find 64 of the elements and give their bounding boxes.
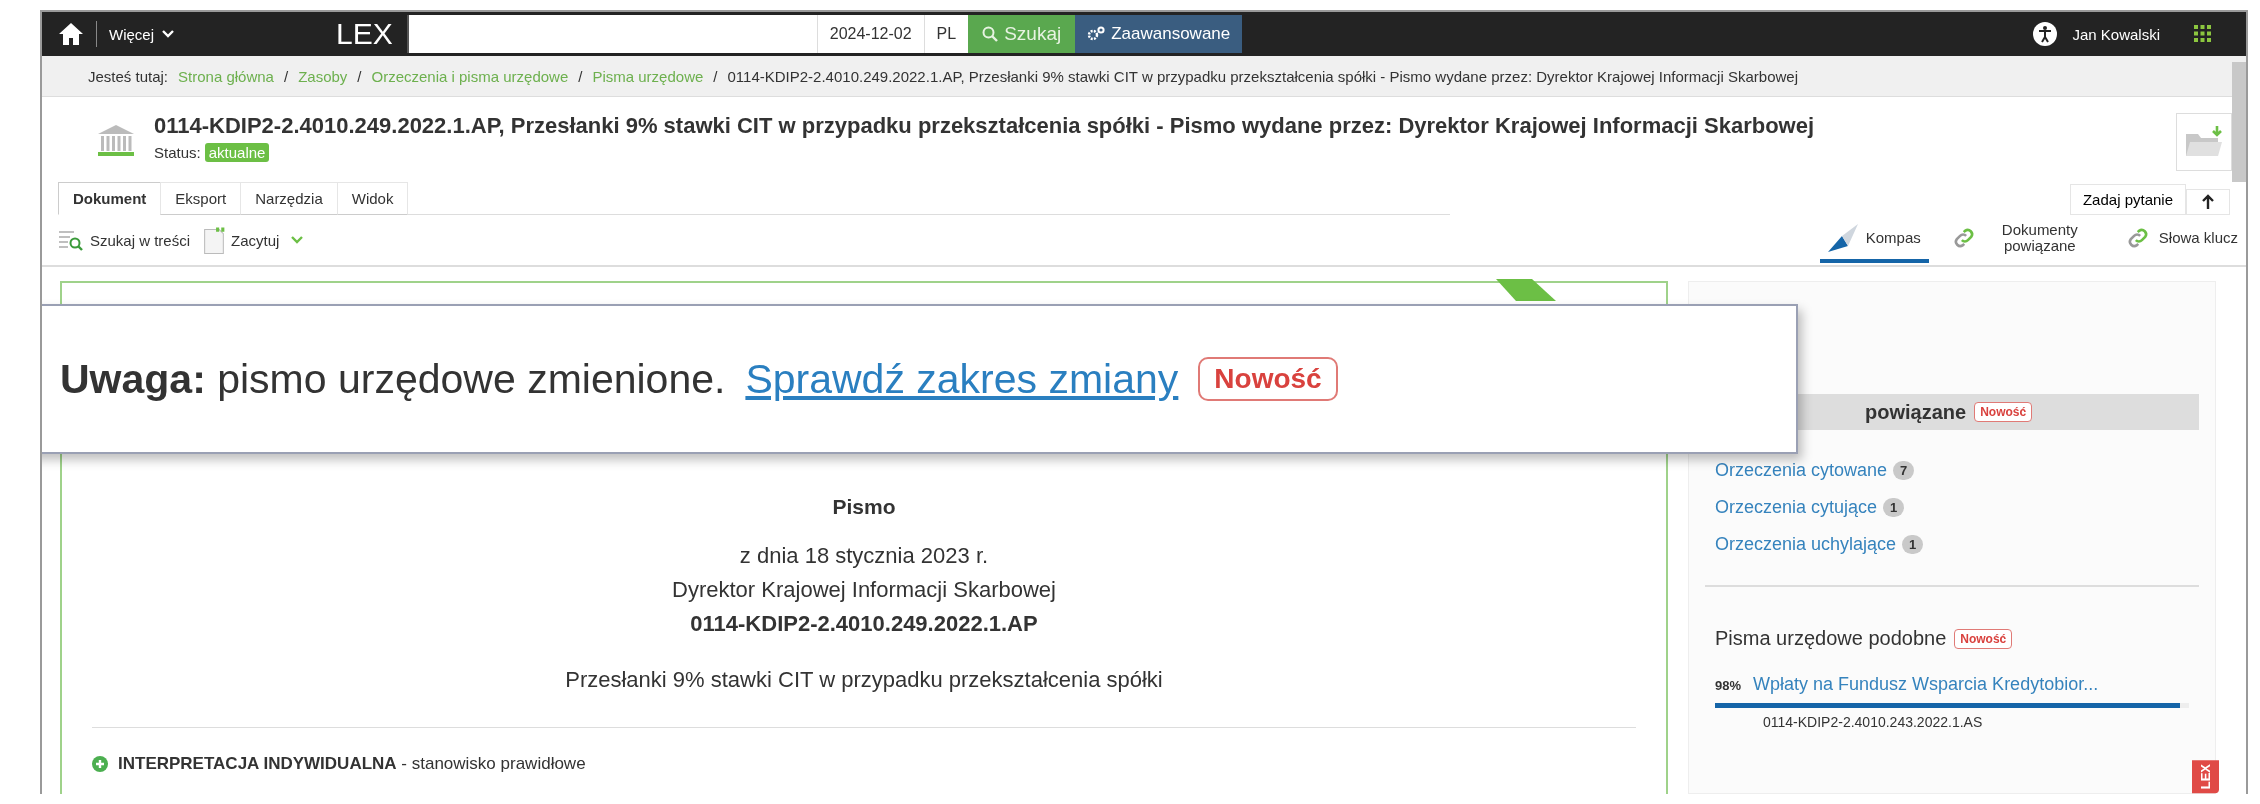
- section-title: powiązane: [1865, 400, 1967, 424]
- side-tab[interactable]: Kompas: [1819, 217, 1929, 263]
- breadcrumb-current: 0114-KDIP2-2.4010.249.2022.1.AP, Przesłanki 9% stawki CIT w przypadku przekształcenia spółki - Pismo wydane przez: Dyrektor Krajowej Informacji Skarbowej: [727, 67, 1798, 85]
- breadcrumb-separator: /: [713, 67, 718, 85]
- logo: LEX: [336, 17, 393, 51]
- status-badge: aktualne: [204, 143, 270, 162]
- corner-marker: [1496, 279, 1556, 301]
- toolbar-button[interactable]: Zacytuj: [204, 226, 304, 254]
- more-menu[interactable]: Więcej: [97, 25, 186, 43]
- new-badge: Nowość: [1198, 357, 1338, 401]
- new-badge: Nowość: [1974, 402, 2033, 422]
- letter-issuer: Dyrektor Krajowej Informacji Skarbowej: [672, 577, 1056, 603]
- language-selector[interactable]: PL: [923, 15, 969, 53]
- search-field[interactable]: [406, 15, 817, 53]
- side-tab[interactable]: Słowa klucz: [2116, 217, 2246, 263]
- user-name[interactable]: Jan Kowalski: [2072, 25, 2160, 43]
- similarity-score: 98%: [1715, 678, 1742, 693]
- tab[interactable]: Widok: [336, 182, 409, 215]
- accessibility-icon[interactable]: [2032, 21, 2059, 47]
- quote-document-icon: [204, 226, 226, 254]
- letter-subject: Przesłanki 9% stawki CIT w przypadku przekształcenia spółki: [565, 667, 1163, 693]
- side-badge[interactable]: LEX: [2192, 759, 2219, 793]
- home-icon: [58, 22, 84, 46]
- related-link[interactable]: Orzeczenia cytujące: [1715, 497, 1878, 518]
- letter-date: z dnia 18 stycznia 2023 r.: [739, 543, 989, 569]
- chevron-down-icon: [291, 236, 304, 244]
- count-badge: 1: [1902, 535, 1924, 554]
- related-link[interactable]: Orzeczenia cytowane: [1715, 460, 1888, 481]
- search-text-icon: [58, 229, 84, 251]
- document-id: 0114-KDIP2-2.4010.243.2022.1.AS: [1763, 714, 1984, 730]
- ask-question-button[interactable]: Zadaj pytanie: [2069, 184, 2186, 215]
- breadcrumb-label: Jesteś tutaj:: [88, 67, 169, 85]
- related-link[interactable]: Orzeczenia uchylające: [1715, 534, 1897, 555]
- side-tab[interactable]: Dokumenty powiązane: [1942, 217, 2103, 263]
- compass-needle-icon: [1827, 224, 1858, 252]
- count-badge: 7: [1893, 461, 1915, 480]
- status-label: Status:: [154, 144, 201, 161]
- section-title: Pisma urzędowe podobne: [1715, 627, 1947, 650]
- date-field[interactable]: 2024-12-02: [816, 15, 924, 53]
- arrow-up-icon: [2201, 194, 2215, 210]
- similar-document-link[interactable]: Wpłaty na Fundusz Wsparcia Kredytobior...: [1753, 674, 2099, 695]
- notice-text: Uwaga: pismo urzędowe zmienione.: [60, 355, 726, 403]
- advanced-search-button[interactable]: Zaawansowane: [1075, 15, 1243, 53]
- interpretation-text: INTERPRETACJA INDYWIDUALNA - stanowisko prawidłowe: [118, 754, 586, 774]
- expand-icon[interactable]: [92, 756, 108, 772]
- tab[interactable]: Narzędzia: [240, 182, 338, 215]
- tab[interactable]: Eksport: [160, 182, 242, 215]
- tab[interactable]: Dokument: [58, 182, 162, 215]
- letter-heading: Pismo: [832, 495, 896, 519]
- scroll-up-button[interactable]: [2186, 189, 2230, 215]
- new-badge: Nowość: [1954, 628, 2013, 649]
- breadcrumb-separator: /: [283, 67, 289, 85]
- breadcrumb-separator: /: [578, 67, 583, 85]
- apps-grid-icon[interactable]: [2194, 25, 2212, 43]
- breadcrumb-separator: /: [357, 67, 362, 85]
- gears-icon: [1087, 26, 1106, 42]
- letter-signature: 0114-KDIP2-2.4010.249.2022.1.AP: [690, 611, 1038, 637]
- document-title: 0114-KDIP2-2.4010.249.2022.1.AP, Przesłanki 9% stawki CIT w przypadku przekształcenia spółki - Pismo wydane przez: Dyrektor Krajowej Informacji Skarbowej: [154, 113, 1815, 139]
- count-badge: 1: [1883, 498, 1905, 517]
- toolbar-button[interactable]: Szukaj w treści: [58, 229, 191, 251]
- chevron-down-icon: [162, 30, 174, 38]
- change-scope-link[interactable]: Sprawdź zakres zmiany: [745, 355, 1179, 403]
- search-icon: [982, 26, 999, 42]
- courthouse-icon: [96, 123, 136, 159]
